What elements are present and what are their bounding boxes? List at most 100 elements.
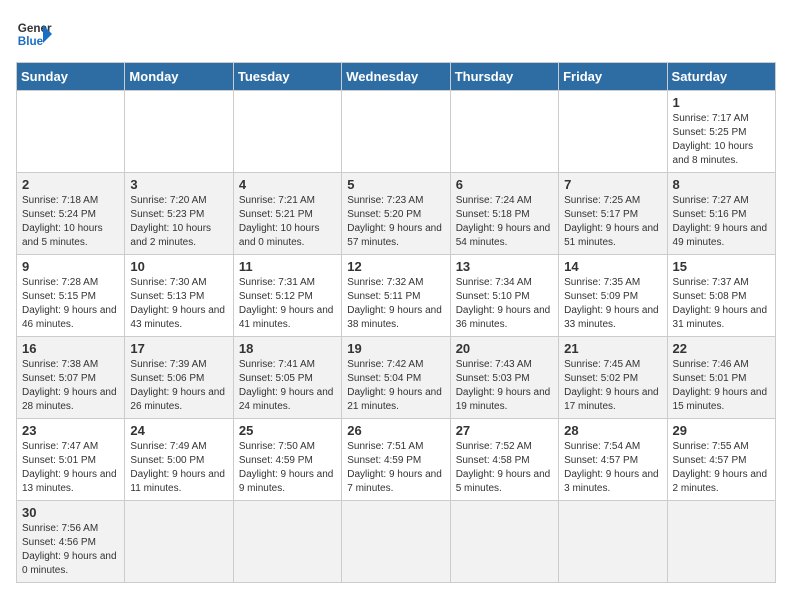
day-info: Sunrise: 7:42 AM Sunset: 5:04 PM Dayligh… <box>347 358 444 414</box>
svg-text:Blue: Blue <box>18 35 44 48</box>
day-number: 14 <box>564 259 661 274</box>
day-number: 28 <box>564 423 661 438</box>
calendar-cell: 23Sunrise: 7:47 AM Sunset: 5:01 PM Dayli… <box>17 419 125 501</box>
day-number: 26 <box>347 423 444 438</box>
weekday-header-wednesday: Wednesday <box>342 63 450 91</box>
calendar-cell: 29Sunrise: 7:55 AM Sunset: 4:57 PM Dayli… <box>667 419 775 501</box>
calendar-week-row: 16 Sunrise: 7:38 AM Sunset: 5:07 PM Dayli… <box>17 337 776 419</box>
calendar-cell: 14 Sunrise: 7:35 AM Sunset: 5:09 PM Dayli… <box>559 255 667 337</box>
day-info: Sunrise: 7:43 AM Sunset: 5:03 PM Dayligh… <box>456 358 553 414</box>
calendar-cell: 15 Sunrise: 7:37 AM Sunset: 5:08 PM Dayli… <box>667 255 775 337</box>
day-number: 9 <box>22 259 119 274</box>
day-info: Sunrise: 7:51 AM Sunset: 4:59 PM Dayligh… <box>347 440 444 496</box>
calendar-cell: 9Sunrise: 7:28 AM Sunset: 5:15 PM Daylig… <box>17 255 125 337</box>
calendar-cell: 19 Sunrise: 7:42 AM Sunset: 5:04 PM Dayli… <box>342 337 450 419</box>
weekday-header-thursday: Thursday <box>450 63 558 91</box>
day-number: 10 <box>130 259 227 274</box>
day-number: 17 <box>130 341 227 356</box>
calendar-cell: 10 Sunrise: 7:30 AM Sunset: 5:13 PM Dayli… <box>125 255 233 337</box>
day-number: 25 <box>239 423 336 438</box>
day-info: Sunrise: 7:24 AM Sunset: 5:18 PM Dayligh… <box>456 194 553 250</box>
weekday-header-saturday: Saturday <box>667 63 775 91</box>
day-number: 7 <box>564 177 661 192</box>
calendar-cell: 13 Sunrise: 7:34 AM Sunset: 5:10 PM Dayli… <box>450 255 558 337</box>
day-info: Sunrise: 7:17 AM Sunset: 5:25 PM Dayligh… <box>673 112 770 168</box>
calendar-cell: 8Sunrise: 7:27 AM Sunset: 5:16 PM Daylig… <box>667 173 775 255</box>
calendar-cell: 7 Sunrise: 7:25 AM Sunset: 5:17 PM Daylig… <box>559 173 667 255</box>
calendar-cell <box>450 91 558 173</box>
day-info: Sunrise: 7:30 AM Sunset: 5:13 PM Dayligh… <box>130 276 227 332</box>
calendar-cell: 21 Sunrise: 7:45 AM Sunset: 5:02 PM Dayli… <box>559 337 667 419</box>
day-info: Sunrise: 7:49 AM Sunset: 5:00 PM Dayligh… <box>130 440 227 496</box>
day-info: Sunrise: 7:21 AM Sunset: 5:21 PM Dayligh… <box>239 194 336 250</box>
calendar-cell: 25 Sunrise: 7:50 AM Sunset: 4:59 PM Dayli… <box>233 419 341 501</box>
day-number: 22 <box>673 341 770 356</box>
day-info: Sunrise: 7:31 AM Sunset: 5:12 PM Dayligh… <box>239 276 336 332</box>
calendar-cell: 27Sunrise: 7:52 AM Sunset: 4:58 PM Dayli… <box>450 419 558 501</box>
day-info: Sunrise: 7:50 AM Sunset: 4:59 PM Dayligh… <box>239 440 336 496</box>
day-number: 13 <box>456 259 553 274</box>
day-number: 20 <box>456 341 553 356</box>
day-info: Sunrise: 7:34 AM Sunset: 5:10 PM Dayligh… <box>456 276 553 332</box>
day-number: 6 <box>456 177 553 192</box>
calendar-cell <box>342 501 450 583</box>
weekday-header-sunday: Sunday <box>17 63 125 91</box>
day-info: Sunrise: 7:46 AM Sunset: 5:01 PM Dayligh… <box>673 358 770 414</box>
calendar-cell: 6 Sunrise: 7:24 AM Sunset: 5:18 PM Daylig… <box>450 173 558 255</box>
day-number: 18 <box>239 341 336 356</box>
day-info: Sunrise: 7:55 AM Sunset: 4:57 PM Dayligh… <box>673 440 770 496</box>
calendar-cell: 17Sunrise: 7:39 AM Sunset: 5:06 PM Dayli… <box>125 337 233 419</box>
calendar-cell: 22 Sunrise: 7:46 AM Sunset: 5:01 PM Dayli… <box>667 337 775 419</box>
day-info: Sunrise: 7:25 AM Sunset: 5:17 PM Dayligh… <box>564 194 661 250</box>
day-info: Sunrise: 7:32 AM Sunset: 5:11 PM Dayligh… <box>347 276 444 332</box>
day-info: Sunrise: 7:18 AM Sunset: 5:24 PM Dayligh… <box>22 194 119 250</box>
calendar-cell <box>125 91 233 173</box>
day-info: Sunrise: 7:35 AM Sunset: 5:09 PM Dayligh… <box>564 276 661 332</box>
day-number: 3 <box>130 177 227 192</box>
calendar-cell <box>342 91 450 173</box>
calendar-cell <box>450 501 558 583</box>
day-info: Sunrise: 7:38 AM Sunset: 5:07 PM Dayligh… <box>22 358 119 414</box>
day-info: Sunrise: 7:23 AM Sunset: 5:20 PM Dayligh… <box>347 194 444 250</box>
calendar-cell: 20 Sunrise: 7:43 AM Sunset: 5:03 PM Dayli… <box>450 337 558 419</box>
calendar-cell: 28Sunrise: 7:54 AM Sunset: 4:57 PM Dayli… <box>559 419 667 501</box>
calendar-table: SundayMondayTuesdayWednesdayThursdayFrid… <box>16 62 776 583</box>
calendar-cell <box>559 91 667 173</box>
calendar-cell <box>125 501 233 583</box>
day-number: 19 <box>347 341 444 356</box>
day-number: 24 <box>130 423 227 438</box>
day-info: Sunrise: 7:37 AM Sunset: 5:08 PM Dayligh… <box>673 276 770 332</box>
logo-icon: General Blue <box>16 16 52 52</box>
calendar-week-row: 30Sunrise: 7:56 AM Sunset: 4:56 PM Dayli… <box>17 501 776 583</box>
calendar-cell: 5 Sunrise: 7:23 AM Sunset: 5:20 PM Daylig… <box>342 173 450 255</box>
day-number: 4 <box>239 177 336 192</box>
day-number: 23 <box>22 423 119 438</box>
day-number: 12 <box>347 259 444 274</box>
day-number: 16 <box>22 341 119 356</box>
day-number: 11 <box>239 259 336 274</box>
calendar-cell <box>233 91 341 173</box>
calendar-cell: 4 Sunrise: 7:21 AM Sunset: 5:21 PM Daylig… <box>233 173 341 255</box>
calendar-week-row: 2 Sunrise: 7:18 AM Sunset: 5:24 PM Daylig… <box>17 173 776 255</box>
calendar-cell: 12 Sunrise: 7:32 AM Sunset: 5:11 PM Dayli… <box>342 255 450 337</box>
header: General Blue <box>16 16 776 52</box>
day-info: Sunrise: 7:45 AM Sunset: 5:02 PM Dayligh… <box>564 358 661 414</box>
logo: General Blue <box>16 16 52 52</box>
calendar-cell: 18 Sunrise: 7:41 AM Sunset: 5:05 PM Dayli… <box>233 337 341 419</box>
day-info: Sunrise: 7:52 AM Sunset: 4:58 PM Dayligh… <box>456 440 553 496</box>
calendar-cell: 11 Sunrise: 7:31 AM Sunset: 5:12 PM Dayli… <box>233 255 341 337</box>
calendar-cell <box>667 501 775 583</box>
weekday-header-monday: Monday <box>125 63 233 91</box>
calendar-cell: 26 Sunrise: 7:51 AM Sunset: 4:59 PM Dayli… <box>342 419 450 501</box>
weekday-header-friday: Friday <box>559 63 667 91</box>
day-info: Sunrise: 7:41 AM Sunset: 5:05 PM Dayligh… <box>239 358 336 414</box>
weekday-header-tuesday: Tuesday <box>233 63 341 91</box>
calendar-cell: 3Sunrise: 7:20 AM Sunset: 5:23 PM Daylig… <box>125 173 233 255</box>
calendar-week-row: 23Sunrise: 7:47 AM Sunset: 5:01 PM Dayli… <box>17 419 776 501</box>
day-info: Sunrise: 7:56 AM Sunset: 4:56 PM Dayligh… <box>22 522 119 578</box>
day-number: 21 <box>564 341 661 356</box>
day-number: 15 <box>673 259 770 274</box>
day-number: 2 <box>22 177 119 192</box>
day-number: 5 <box>347 177 444 192</box>
calendar-cell <box>559 501 667 583</box>
